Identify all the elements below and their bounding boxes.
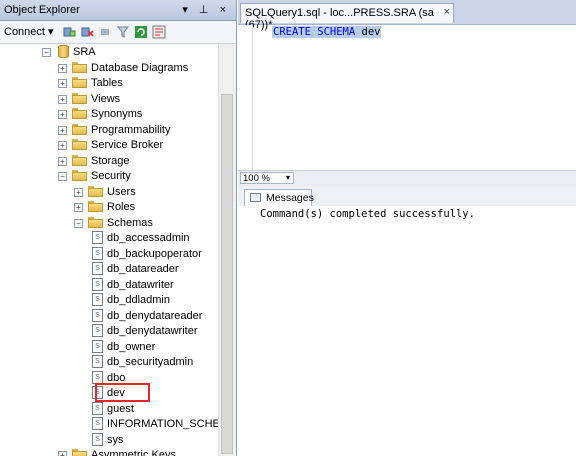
code-area[interactable]: CREATE SCHEMA dev bbox=[238, 25, 576, 170]
expand-icon[interactable]: + bbox=[58, 110, 67, 119]
scrollbar-thumb[interactable] bbox=[221, 94, 233, 454]
schema-icon: S bbox=[92, 324, 103, 337]
chevron-down-icon: ▾ bbox=[285, 173, 290, 182]
tree-node-label: Programmability bbox=[91, 124, 171, 136]
results-pane: Messages Command(s) completed successful… bbox=[238, 187, 576, 456]
query-editor: SQLQuery1.sql - loc...PRESS.SRA (sa (67)… bbox=[238, 0, 576, 456]
messages-icon bbox=[250, 193, 261, 202]
stop-icon[interactable] bbox=[98, 25, 112, 39]
disconnect-icon[interactable] bbox=[80, 25, 94, 39]
tree-node-label: db_denydatawriter bbox=[107, 325, 198, 337]
tab-messages[interactable]: Messages bbox=[244, 189, 314, 206]
expand-icon[interactable]: + bbox=[74, 203, 83, 212]
tree-node-label: Database Diagrams bbox=[91, 62, 189, 74]
refresh-icon[interactable] bbox=[134, 25, 148, 39]
tree-node-label: db_accessadmin bbox=[107, 232, 190, 244]
tree-node-label: db_denydatareader bbox=[107, 310, 203, 322]
expand-icon[interactable]: + bbox=[58, 451, 67, 456]
folder-icon bbox=[72, 155, 87, 166]
document-tabstrip: SQLQuery1.sql - loc...PRESS.SRA (sa (67)… bbox=[238, 0, 576, 31]
schema-icon: S bbox=[92, 355, 103, 368]
activity-monitor-icon[interactable] bbox=[152, 25, 166, 39]
tree-node-label: db_ddladmin bbox=[107, 294, 170, 306]
schema-icon: S bbox=[92, 417, 103, 430]
folder-icon bbox=[72, 124, 87, 135]
schema-icon: S bbox=[92, 278, 103, 291]
schema-icon: S bbox=[92, 247, 103, 260]
tree-node-label: Asymmetric Keys bbox=[91, 449, 176, 456]
tree-node-label: guest bbox=[107, 403, 134, 415]
sql-identifier: dev bbox=[361, 26, 381, 38]
folder-icon bbox=[72, 108, 87, 119]
schema-icon: S bbox=[92, 402, 103, 415]
message-text: Command(s) completed successfully. bbox=[260, 208, 475, 220]
editor-gutter bbox=[238, 25, 253, 170]
tree-node-label: INFORMATION_SCHE bbox=[107, 418, 220, 430]
expand-icon[interactable]: + bbox=[74, 188, 83, 197]
expand-icon[interactable]: + bbox=[58, 95, 67, 104]
folder-icon bbox=[72, 93, 87, 104]
schema-icon: S bbox=[92, 262, 103, 275]
schema-icon: S bbox=[92, 231, 103, 244]
folder-icon bbox=[88, 201, 103, 212]
folder-icon bbox=[72, 170, 87, 181]
collapse-icon[interactable]: − bbox=[74, 219, 83, 228]
schema-icon: S bbox=[92, 309, 103, 322]
tree-node-label: db_securityadmin bbox=[107, 356, 194, 368]
tree-node-label: Storage bbox=[91, 155, 130, 167]
folder-icon bbox=[72, 139, 87, 150]
folder-icon bbox=[72, 62, 87, 73]
object-explorer-pane: Object Explorer ▾ ⊥ × Connect ▾ − SRA + Dat… bbox=[0, 0, 237, 456]
schema-icon: S bbox=[92, 433, 103, 446]
folder-icon bbox=[88, 186, 103, 197]
database-icon bbox=[58, 45, 69, 58]
filter-icon[interactable] bbox=[116, 25, 130, 39]
pane-window-buttons[interactable]: ▾ ⊥ × bbox=[182, 3, 230, 16]
zoom-value: 100 % bbox=[243, 173, 270, 184]
tree-node-label: Tables bbox=[91, 77, 123, 89]
tree-node-label: db_datareader bbox=[107, 263, 179, 275]
tree-node-label: Service Broker bbox=[91, 139, 164, 151]
collapse-icon[interactable]: − bbox=[58, 172, 67, 181]
zoom-select[interactable]: 100 % ▾ bbox=[240, 172, 294, 184]
code-line[interactable]: CREATE SCHEMA dev bbox=[272, 26, 382, 38]
tree-node-label: Synonyms bbox=[91, 108, 143, 120]
expand-icon[interactable]: + bbox=[58, 79, 67, 88]
connect-button[interactable]: Connect ▾ bbox=[4, 25, 54, 38]
tree-scrollbar[interactable] bbox=[218, 44, 236, 456]
object-explorer-title: Object Explorer bbox=[4, 4, 80, 16]
folder-icon bbox=[72, 77, 87, 88]
expand-icon[interactable]: + bbox=[58, 157, 67, 166]
tab-sqlquery1[interactable]: SQLQuery1.sql - loc...PRESS.SRA (sa (67)… bbox=[240, 3, 454, 31]
expand-icon[interactable]: + bbox=[58, 126, 67, 135]
tree-node-label: Schemas bbox=[107, 217, 153, 229]
tree-node-label: Users bbox=[107, 186, 136, 198]
schema-icon: S bbox=[92, 293, 103, 306]
object-explorer-toolbar: Connect ▾ bbox=[0, 21, 236, 44]
tree-node-label: db_datawriter bbox=[107, 279, 174, 291]
tree-node-label: Roles bbox=[107, 201, 136, 213]
tree-node-label: sys bbox=[107, 434, 124, 446]
collapse-icon[interactable]: − bbox=[42, 48, 51, 57]
tree-node-label: Views bbox=[91, 93, 121, 105]
messages-tab-label: Messages bbox=[266, 192, 314, 204]
folder-icon bbox=[88, 217, 103, 228]
object-explorer-titlebar: Object Explorer ▾ ⊥ × bbox=[0, 0, 236, 21]
connect-icon[interactable] bbox=[62, 25, 76, 39]
schema-icon: S bbox=[92, 340, 103, 353]
sql-keyword: CREATE SCHEMA bbox=[273, 26, 356, 38]
tree-node-label: Security bbox=[91, 170, 131, 182]
highlight-box bbox=[95, 383, 150, 402]
expand-icon[interactable]: + bbox=[58, 141, 67, 150]
tree-node-label: SRA bbox=[73, 46, 96, 58]
folder-icon bbox=[72, 449, 87, 456]
tree-node-label: db_backupoperator bbox=[107, 248, 202, 260]
expand-icon[interactable]: + bbox=[58, 64, 67, 73]
tree-node-label: db_owner bbox=[107, 341, 156, 353]
close-icon[interactable]: × bbox=[444, 6, 450, 18]
zoom-bar: 100 % ▾ bbox=[238, 170, 576, 188]
results-tabstrip: Messages bbox=[238, 187, 576, 206]
